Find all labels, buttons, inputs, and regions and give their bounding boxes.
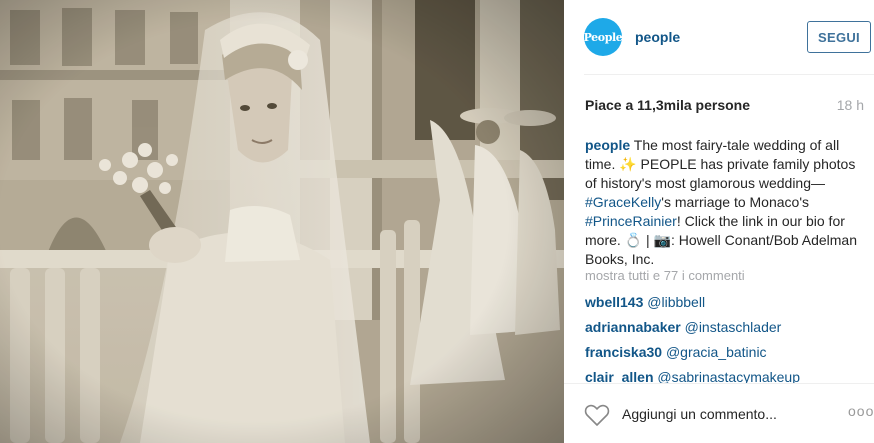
hashtag-princerainier[interactable]: #PrinceRainier <box>585 213 677 229</box>
post-photo[interactable] <box>0 0 564 443</box>
caption-text: | <box>642 232 654 248</box>
add-comment-input[interactable] <box>622 404 832 424</box>
show-all-comments-link[interactable]: mostra tutti e 77 i commenti <box>585 268 745 283</box>
wedding-photo-image <box>0 0 564 443</box>
comment-mention[interactable]: @instaschlader <box>685 319 782 335</box>
post-time[interactable]: 18 h <box>837 97 864 113</box>
caption-text: 's marriage to Monaco's <box>661 194 810 210</box>
comment-mention[interactable]: @gracia_batinic <box>666 344 767 360</box>
header-divider <box>584 74 874 75</box>
post-caption: people The most fairy-tale wedding of al… <box>585 136 859 269</box>
ring-emoji: 💍 <box>624 232 643 248</box>
comment-username[interactable]: clair_allen <box>585 369 654 383</box>
post-sidebar: People people SEGUI Piace a 11,3mila per… <box>564 0 874 443</box>
instagram-post: People people SEGUI Piace a 11,3mila per… <box>0 0 874 443</box>
comment-username[interactable]: adriannabaker <box>585 319 681 335</box>
footer-divider <box>564 383 874 384</box>
hashtag-gracekelly[interactable]: #GraceKelly <box>585 194 661 210</box>
more-options-icon[interactable]: ooo <box>848 403 874 419</box>
comment-username[interactable]: franciska30 <box>585 344 662 360</box>
likes-count[interactable]: Piace a 11,3mila persone <box>585 97 750 113</box>
caption-username[interactable]: people <box>585 137 630 153</box>
post-header: People people SEGUI <box>564 0 874 74</box>
comment-item: wbell143 @libbbell <box>585 294 865 310</box>
comment-item: franciska30 @gracia_batinic <box>585 344 865 360</box>
comment-item: adriannabaker @instaschlader <box>585 319 865 335</box>
avatar-logo-text: People <box>583 30 623 44</box>
comment-mention[interactable]: @libbbell <box>647 294 705 310</box>
comment-username[interactable]: wbell143 <box>585 294 643 310</box>
comment-item: clair_allen @sabrinastacymakeup <box>585 369 865 383</box>
camera-emoji: 📷 <box>653 232 671 248</box>
account-username[interactable]: people <box>635 29 680 45</box>
comment-mention[interactable]: @sabrinastacymakeup <box>657 369 800 383</box>
sparkle-emoji: ✨ <box>619 156 637 172</box>
avatar[interactable]: People <box>583 18 623 56</box>
heart-icon[interactable] <box>584 403 610 427</box>
follow-button[interactable]: SEGUI <box>807 21 871 53</box>
